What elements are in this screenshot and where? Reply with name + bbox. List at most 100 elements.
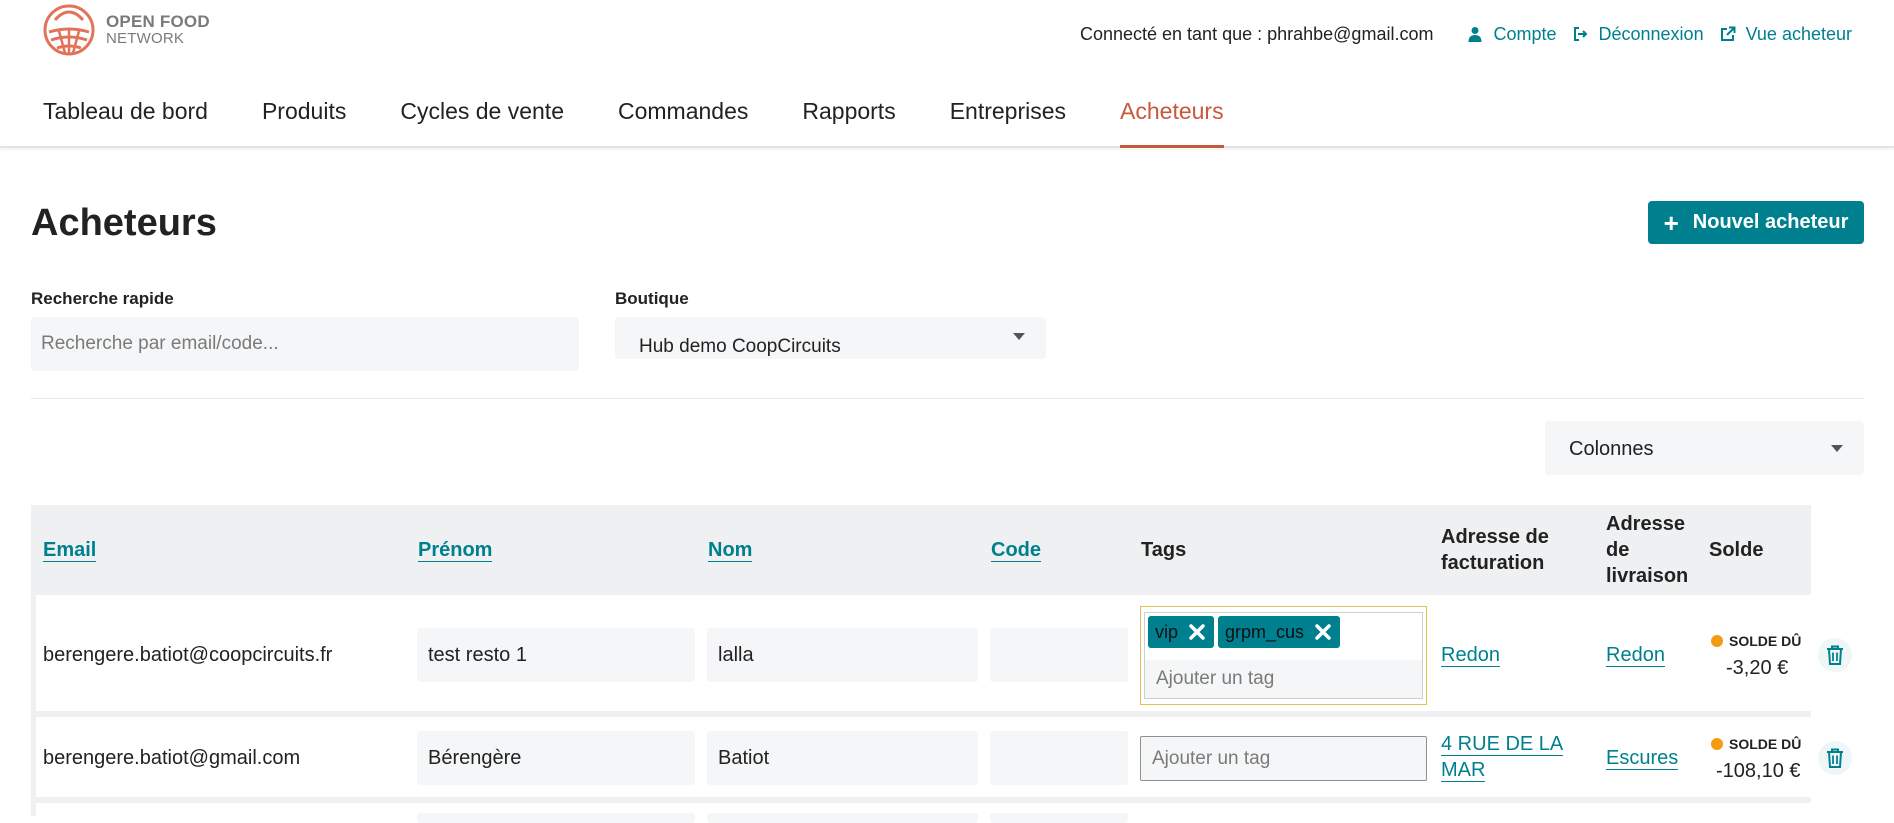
user-icon — [1468, 27, 1482, 42]
caret-down-icon — [1013, 333, 1025, 340]
tag-chip: vip — [1148, 616, 1215, 648]
lastname-field[interactable]: Batiot — [707, 731, 978, 785]
delete-customer-button[interactable] — [1818, 638, 1852, 672]
nav-reports[interactable]: Rapports — [802, 98, 895, 148]
shop-label: Boutique — [615, 289, 689, 308]
columns-select[interactable]: Colonnes — [1545, 421, 1864, 475]
lastname-field[interactable]: lalla — [707, 628, 978, 682]
shop-select[interactable]: Hub demo CoopCircuits — [615, 317, 1046, 359]
firstname-field[interactable]: test resto 1 — [417, 628, 695, 682]
firstname-field[interactable]: Bérengère — [417, 731, 695, 785]
account-label: Compte — [1493, 23, 1557, 44]
balance-status-label: SOLDE DÛ — [1729, 736, 1802, 752]
page-title: Acheteurs — [31, 202, 217, 244]
code-field[interactable] — [990, 731, 1128, 785]
add-tag-placeholder: Ajouter un tag — [1152, 747, 1271, 769]
col-code-sort[interactable]: Code — [991, 539, 1041, 562]
logout-label: Déconnexion — [1598, 23, 1704, 44]
basket-logo-icon — [43, 4, 95, 56]
buyer-view-link[interactable]: Vue acheteur — [1720, 24, 1852, 45]
add-tag-placeholder: Ajouter un tag — [1156, 668, 1275, 689]
user-bar: Connecté en tant que : phrahbe@gmail.com… — [1080, 22, 1852, 46]
plus-icon: + — [1663, 207, 1679, 238]
lastname-value: lalla — [718, 643, 754, 666]
quick-search-label: Recherche rapide — [31, 289, 174, 308]
col-balance: Solde — [1709, 539, 1764, 561]
billing-address-line2: MAR — [1441, 759, 1486, 782]
col-billing-line1: Adresse de — [1441, 526, 1549, 548]
firstname-field[interactable] — [417, 813, 695, 823]
tags-editor[interactable]: vip grpm_cus Ajouter un tag — [1140, 606, 1427, 705]
lastname-value: Batiot — [718, 746, 770, 769]
add-tag-input[interactable]: Ajouter un tag — [1145, 660, 1422, 698]
main-nav: Tableau de bord Produits Cycles de vente… — [43, 98, 1278, 148]
col-lastname-sort[interactable]: Nom — [708, 539, 753, 562]
tag-label: grpm_cus — [1225, 621, 1305, 642]
billing-address-link[interactable]: 4 RUE DE LA MAR — [1441, 731, 1564, 783]
col-email-sort[interactable]: Email — [43, 539, 97, 562]
buyer-view-label: Vue acheteur — [1745, 23, 1852, 44]
add-tag-input[interactable]: Ajouter un tag — [1140, 736, 1427, 781]
shop-select-value: Hub demo CoopCircuits — [639, 336, 841, 357]
billing-address-line1: Redon — [1441, 644, 1500, 667]
firstname-value: test resto 1 — [428, 643, 527, 666]
table-row: berengere.batiot@gmail.com Bérengère Bat… — [31, 717, 1852, 803]
logo-line2: NETWORK — [106, 30, 185, 47]
shipping-address-link[interactable]: Escures — [1606, 745, 1679, 771]
customer-email: berengere.batiot@coopcircuits.fr — [43, 644, 333, 666]
col-shipping-line2: de — [1606, 539, 1630, 561]
code-field[interactable] — [990, 813, 1128, 823]
billing-address-link[interactable]: Redon — [1441, 642, 1500, 668]
logo[interactable]: OPEN FOOD NETWORK — [42, 2, 210, 58]
billing-address-line1: 4 RUE DE LA — [1441, 733, 1564, 756]
top-header: OPEN FOOD NETWORK Connecté en tant que :… — [0, 0, 1894, 148]
balance-status-label: SOLDE DÛ — [1729, 633, 1802, 649]
connected-as-text: Connecté en tant que : phrahbe@gmail.com — [1079, 23, 1434, 44]
logout-link[interactable]: Déconnexion — [1573, 24, 1704, 45]
col-shipping-line1: Adresse — [1606, 513, 1685, 535]
shipping-address-value: Redon — [1606, 644, 1665, 667]
caret-down-icon — [1831, 445, 1843, 452]
trash-icon — [1827, 748, 1843, 768]
nav-customers[interactable]: Acheteurs — [1120, 98, 1224, 148]
nav-enterprises[interactable]: Entreprises — [950, 98, 1066, 148]
tag-label: vip — [1155, 621, 1179, 642]
col-shipping-line3: livraison — [1606, 565, 1689, 587]
shipping-address-link[interactable]: Redon — [1606, 642, 1665, 668]
remove-tag-icon[interactable] — [1186, 621, 1208, 643]
status-dot-icon — [1711, 738, 1723, 750]
tag-chip: grpm_cus — [1218, 616, 1341, 648]
nav-products[interactable]: Produits — [262, 98, 346, 148]
delete-customer-button[interactable] — [1818, 741, 1852, 775]
balance-value: -3,20 € — [1726, 657, 1789, 679]
columns-select-label: Colonnes — [1569, 438, 1654, 460]
nav-orders[interactable]: Commandes — [618, 98, 748, 148]
col-firstname-sort[interactable]: Prénom — [418, 539, 493, 562]
balance-value: -108,10 € — [1716, 760, 1801, 782]
customer-email: berengere.batiot@gmail.com — [43, 747, 301, 769]
table-row — [31, 803, 1811, 823]
new-customer-label: Nouvel acheteur — [1692, 211, 1849, 233]
trash-icon — [1827, 645, 1843, 665]
code-field[interactable] — [990, 628, 1128, 682]
lastname-field[interactable] — [707, 813, 978, 823]
divider — [31, 398, 1864, 399]
table-header: Email Prénom Nom Code Tags Adresse de fa… — [31, 505, 1811, 595]
nav-order-cycles[interactable]: Cycles de vente — [400, 98, 564, 148]
table-row: berengere.batiot@coopcircuits.fr test re… — [31, 595, 1852, 717]
col-tags: Tags — [1141, 539, 1187, 561]
logo-text: OPEN FOOD NETWORK — [106, 13, 210, 47]
tags-editor-inner: vip grpm_cus Ajouter un tag — [1144, 612, 1423, 699]
balance-status-badge: SOLDE DÛ — [1711, 633, 1801, 649]
account-link[interactable]: Compte — [1467, 23, 1557, 45]
quick-search-input[interactable] — [31, 317, 579, 371]
shipping-address-value: Escures — [1606, 747, 1679, 770]
col-billing-line2: facturation — [1441, 552, 1545, 574]
remove-tag-icon[interactable] — [1312, 621, 1334, 643]
logo-line1: OPEN FOOD — [106, 12, 210, 31]
new-customer-button[interactable]: + Nouvel acheteur — [1648, 201, 1864, 244]
firstname-value: Bérengère — [428, 746, 522, 769]
status-dot-icon — [1711, 635, 1723, 647]
nav-dashboard[interactable]: Tableau de bord — [43, 98, 208, 148]
balance-status-badge: SOLDE DÛ — [1711, 736, 1801, 752]
